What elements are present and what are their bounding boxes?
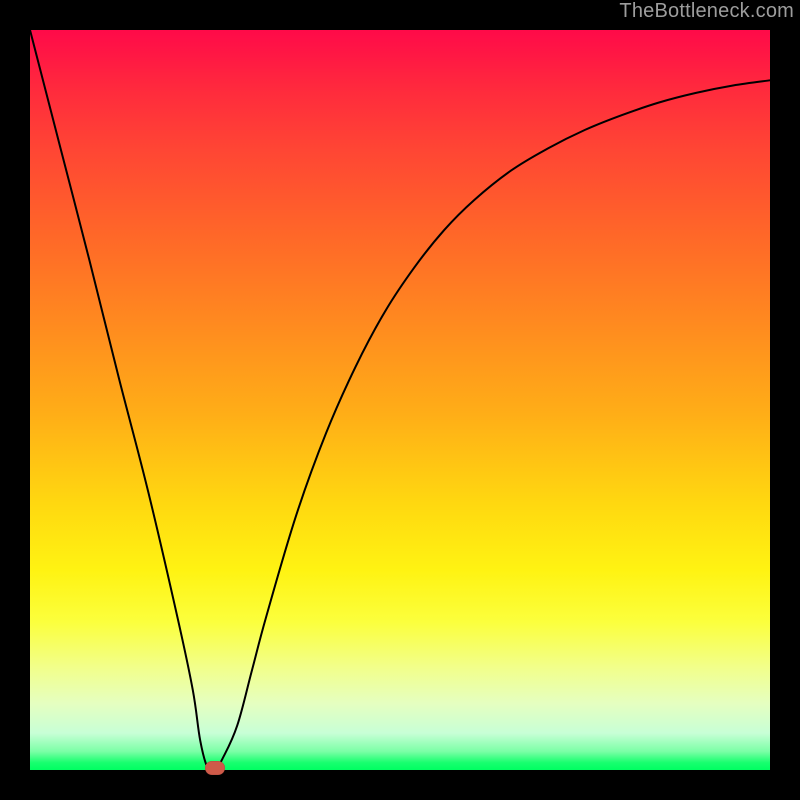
watermark-text: TheBottleneck.com bbox=[619, 0, 794, 23]
chart-frame: TheBottleneck.com bbox=[0, 0, 800, 800]
curve-svg bbox=[30, 30, 770, 770]
bottleneck-curve bbox=[30, 30, 770, 771]
optimum-marker bbox=[205, 761, 225, 775]
plot-area bbox=[30, 30, 770, 770]
